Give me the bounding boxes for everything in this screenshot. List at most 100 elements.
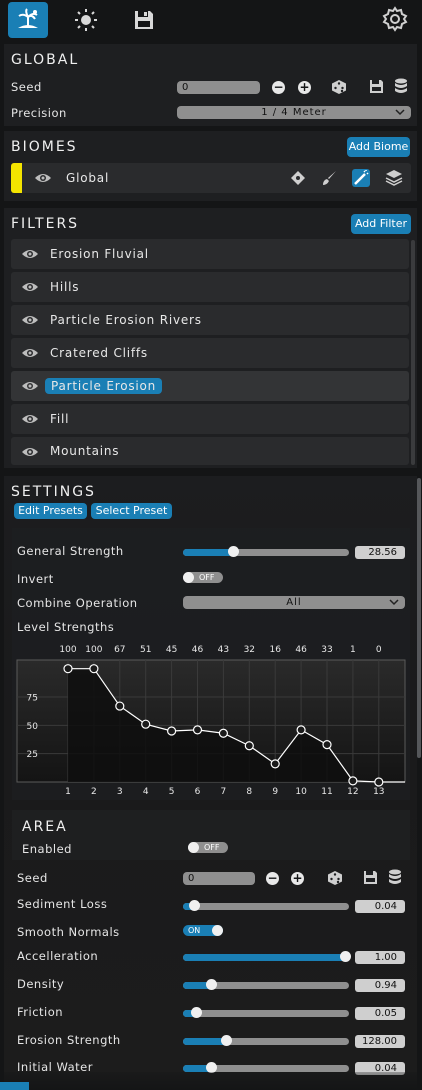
eye-icon[interactable] [21, 245, 39, 263]
erosion-strength-slider[interactable] [183, 1035, 349, 1046]
filter-row-selected[interactable]: Particle Erosion [11, 371, 409, 401]
slider-knob[interactable] [191, 1007, 202, 1018]
chart-point[interactable] [244, 741, 254, 751]
erosion-strength-label: Erosion Strength [17, 1033, 121, 1047]
param-seed-decrement-button[interactable]: − [266, 872, 279, 885]
chart-xtick-label: 6 [195, 787, 201, 797]
sediment-loss-slider[interactable] [183, 900, 349, 911]
eye-icon[interactable] [21, 410, 39, 428]
biome-row-global[interactable]: Global [11, 163, 411, 193]
tab-save[interactable] [124, 2, 164, 38]
precision-value: 1 / 4 Meter [261, 107, 327, 118]
param-seed-increment-button[interactable]: + [291, 872, 304, 885]
magic-wand-icon [354, 170, 369, 185]
eye-icon[interactable] [21, 344, 39, 362]
slider-knob[interactable] [340, 951, 351, 962]
toggle-state-label: OFF [204, 843, 220, 852]
param-save-seed-button[interactable] [363, 870, 378, 888]
load-seed-button[interactable] [394, 78, 408, 98]
density-slider[interactable] [183, 979, 349, 990]
enabled-toggle[interactable]: OFF [188, 842, 228, 853]
accelleration-value[interactable]: 1.00 [355, 951, 405, 964]
filter-row[interactable]: Fill [11, 404, 409, 434]
chart-value-label: 43 [218, 645, 229, 655]
select-preset-button[interactable]: Select Preset [91, 503, 172, 519]
edit-presets-button[interactable]: Edit Presets [14, 503, 87, 519]
layers-icon[interactable] [385, 169, 403, 187]
param-randomize-seed-button[interactable] [327, 870, 343, 889]
add-biome-button[interactable]: Add Biome [347, 137, 410, 157]
param-load-seed-button[interactable] [388, 869, 402, 889]
precision-dropdown[interactable]: 1 / 4 Meter [177, 106, 411, 119]
erosion-strength-value[interactable]: 128.00 [355, 1035, 405, 1048]
settings-button[interactable] [381, 5, 409, 33]
filter-row[interactable]: Hills [11, 272, 409, 302]
density-value[interactable]: 0.94 [355, 979, 405, 992]
filter-row[interactable]: Cratered Cliffs [11, 338, 409, 368]
save-icon [370, 80, 383, 93]
chart-point[interactable] [374, 777, 384, 787]
general-strength-label: General Strength [17, 544, 124, 558]
initial-water-slider[interactable] [183, 1062, 349, 1073]
randomize-seed-button[interactable] [331, 79, 347, 98]
seed-input[interactable]: 0 [177, 81, 260, 94]
param-seed-input[interactable]: 0 [183, 872, 255, 885]
eye-icon[interactable] [21, 443, 39, 461]
filter-row[interactable]: Erosion Fluvial [11, 239, 409, 269]
friction-slider[interactable] [183, 1007, 349, 1018]
level-strengths-chart[interactable]: 7550251001100267351445546643732816946103… [12, 640, 410, 800]
eye-icon[interactable] [34, 171, 52, 185]
eye-icon[interactable] [21, 311, 39, 329]
chart-value-label: 100 [85, 645, 102, 655]
biome-label: Global [66, 171, 110, 185]
tab-terrain[interactable] [8, 2, 48, 38]
filter-row[interactable]: Mountains [11, 437, 409, 465]
general-strength-value[interactable]: 28.56 [355, 546, 405, 559]
bottom-fade [0, 1072, 422, 1090]
move-icon[interactable] [291, 171, 305, 185]
eye-icon[interactable] [21, 377, 39, 395]
seed-increment-button[interactable]: + [298, 81, 311, 94]
chart-point[interactable] [192, 725, 203, 735]
eye-icon[interactable] [21, 278, 39, 296]
chart-xtick-label: 5 [169, 787, 175, 797]
brush-icon[interactable] [321, 170, 337, 186]
slider-knob[interactable] [189, 900, 200, 911]
chart-point[interactable] [141, 719, 151, 729]
chart-point[interactable] [167, 726, 177, 736]
save-seed-button[interactable] [369, 79, 384, 97]
general-strength-slider[interactable] [183, 546, 349, 557]
slider-knob[interactable] [221, 1035, 232, 1046]
chart-point[interactable] [89, 664, 99, 674]
chart-point[interactable] [218, 728, 228, 738]
smooth-normals-toggle[interactable]: ON [183, 925, 223, 936]
chart-value-label: 45 [166, 645, 177, 655]
slider-knob[interactable] [228, 546, 239, 557]
minus-icon: − [267, 871, 278, 885]
save-icon [135, 11, 153, 29]
filter-row[interactable]: Particle Erosion Rivers [11, 305, 409, 335]
chart-point[interactable] [63, 664, 73, 674]
accelleration-slider[interactable] [183, 951, 351, 962]
wand-button[interactable] [352, 169, 370, 187]
combine-operation-dropdown[interactable]: All [183, 596, 405, 609]
friction-value[interactable]: 0.05 [355, 1007, 405, 1020]
slider-knob[interactable] [206, 979, 217, 990]
sediment-loss-value[interactable]: 0.04 [355, 900, 405, 913]
chart-point[interactable] [115, 701, 125, 711]
chart-xtick-label: 12 [347, 787, 358, 797]
main-scrollbar[interactable] [417, 478, 421, 758]
seed-decrement-button[interactable]: − [272, 81, 285, 94]
filter-label: Cratered Cliffs [50, 346, 148, 360]
chart-value-label: 1 [350, 645, 356, 655]
global-header: GLOBAL [11, 52, 80, 68]
invert-toggle[interactable]: OFF [183, 572, 223, 583]
tab-lighting[interactable] [66, 2, 106, 38]
chart-point[interactable] [322, 739, 332, 750]
density-label: Density [17, 977, 65, 991]
add-filter-button[interactable]: Add Filter [351, 214, 411, 234]
chart-point[interactable] [296, 725, 306, 735]
chart-point[interactable] [348, 776, 358, 786]
filters-scrollbar[interactable] [411, 240, 415, 465]
chart-point[interactable] [270, 759, 280, 769]
